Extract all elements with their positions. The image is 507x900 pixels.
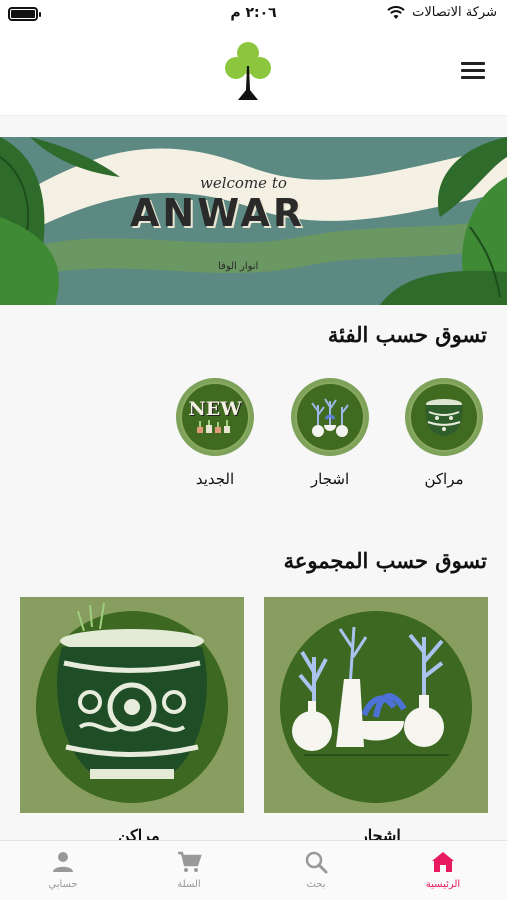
search-icon xyxy=(305,851,328,874)
app-header xyxy=(0,30,507,116)
tree-logo-icon[interactable] xyxy=(220,38,276,104)
collection-card-trees[interactable] xyxy=(264,597,488,813)
category-label: مراكن xyxy=(424,470,464,488)
wifi-icon xyxy=(387,6,405,19)
tab-label: السلة xyxy=(177,879,201,890)
planter-pot-icon xyxy=(57,602,207,779)
carrier-name: شركة الاتصالات xyxy=(412,5,497,20)
user-icon xyxy=(53,852,73,872)
category-label: الجديد xyxy=(195,470,235,488)
category-label: اشجار xyxy=(310,470,350,488)
tab-label: حسابي xyxy=(48,879,78,890)
welcome-banner[interactable]: welcome to ANWAR انوار الوفا xyxy=(0,137,507,305)
category-section-title: تسوق حسب الفئة xyxy=(327,322,487,347)
category-item-trees[interactable]: اشجار xyxy=(290,378,370,488)
tab-home[interactable]: الرئيسية xyxy=(398,847,488,890)
tab-label: الرئيسية xyxy=(425,879,461,890)
new-badge-text: NEW xyxy=(188,398,242,420)
category-item-planters[interactable]: مراكن xyxy=(404,378,484,488)
plants-vases-icon xyxy=(291,378,369,456)
banner-subtitle: انوار الوفا xyxy=(218,261,259,272)
tab-account[interactable]: حسابي xyxy=(18,847,108,890)
tab-search[interactable]: بحث xyxy=(271,847,361,890)
category-item-new[interactable]: NEW الجديد xyxy=(175,378,255,488)
plants-vases-icon xyxy=(292,626,449,756)
hamburger-menu-icon[interactable] xyxy=(461,62,485,82)
tab-label: بحث xyxy=(306,879,326,890)
category-row: مراكن اشجار NEW الجديد xyxy=(157,378,483,498)
banner-small-text: welcome to xyxy=(200,174,287,192)
tab-cart[interactable]: السلة xyxy=(144,847,234,890)
cart-icon xyxy=(178,851,202,872)
planter-pot-icon xyxy=(405,378,483,456)
collection-section-title: تسوق حسب المجموعة xyxy=(283,548,487,573)
status-bar: ٢:٠٦ م شركة الاتصالات xyxy=(0,0,507,30)
home-icon xyxy=(432,852,454,872)
bottom-tab-bar: الرئيسية بحث السلة حسابي xyxy=(0,840,507,900)
collection-card-planters[interactable] xyxy=(20,597,244,813)
new-badge-icon: NEW xyxy=(176,378,254,456)
banner-title: ANWAR xyxy=(130,191,306,235)
